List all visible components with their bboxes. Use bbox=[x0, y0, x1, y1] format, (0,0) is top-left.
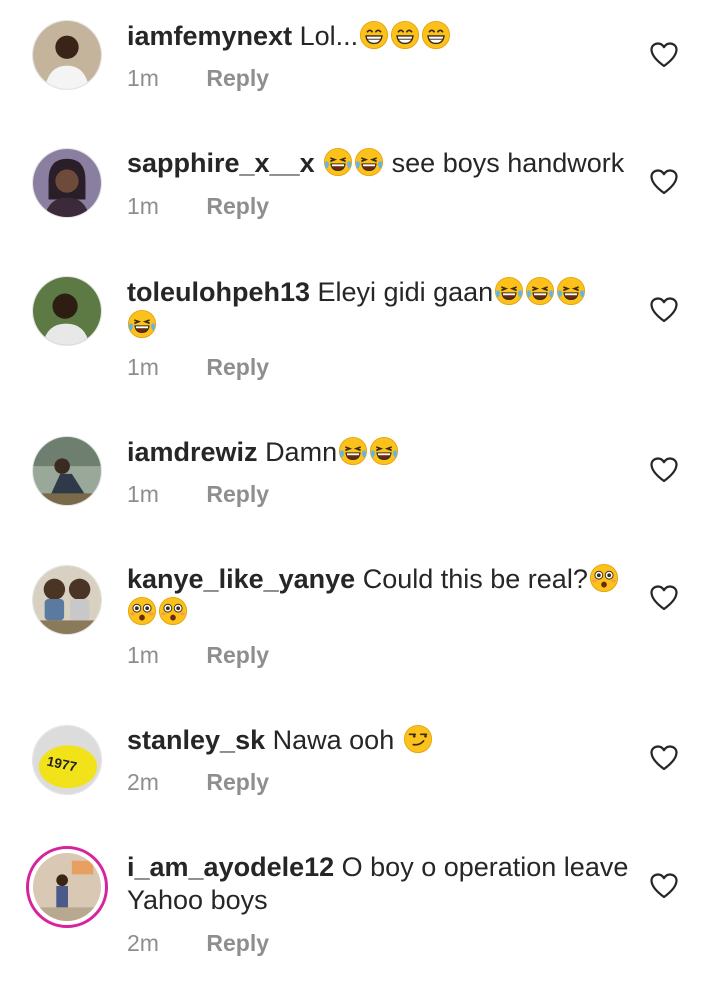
comment-username[interactable]: toleulohpeh13 bbox=[127, 277, 310, 307]
reply-button[interactable]: Reply bbox=[206, 930, 269, 956]
heart-outline-icon[interactable] bbox=[650, 42, 678, 68]
comment-body: kanye_like_yanye Could this be real? bbox=[127, 563, 637, 629]
comments-list: iamfemynext Lol... 1m Reply sapphire_x__… bbox=[0, 0, 720, 991]
comment-time: 2m bbox=[127, 930, 159, 956]
comment-body: toleulohpeh13 Eleyi gidi gaan bbox=[127, 276, 637, 342]
flushed-face-icon bbox=[127, 596, 157, 626]
comment-meta: 1m Reply bbox=[127, 642, 269, 669]
tears-of-joy-icon bbox=[127, 309, 157, 339]
tears-of-joy-icon bbox=[525, 276, 555, 306]
reply-button[interactable]: Reply bbox=[206, 642, 269, 668]
comment-username[interactable]: iamfemynext bbox=[127, 21, 292, 51]
comment-time: 1m bbox=[127, 193, 159, 219]
avatar[interactable] bbox=[32, 565, 102, 635]
tears-of-joy-icon bbox=[494, 276, 524, 306]
avatar[interactable] bbox=[32, 148, 102, 218]
flushed-face-icon bbox=[589, 563, 619, 593]
comment-text: Lol... bbox=[299, 21, 359, 51]
comment-username[interactable]: kanye_like_yanye bbox=[127, 564, 355, 594]
comment-text: Eleyi gidi gaan bbox=[317, 277, 494, 307]
comment-meta: 2m Reply bbox=[127, 769, 269, 796]
comment-meta: 1m Reply bbox=[127, 193, 269, 220]
smirking-face-icon bbox=[403, 724, 433, 754]
tears-of-joy-icon bbox=[354, 147, 384, 177]
avatar[interactable]: 1977 bbox=[32, 725, 102, 795]
comment-time: 1m bbox=[127, 65, 159, 91]
grinning-face-icon bbox=[421, 20, 451, 50]
heart-outline-icon[interactable] bbox=[650, 297, 678, 323]
comment-time: 1m bbox=[127, 481, 159, 507]
reply-button[interactable]: Reply bbox=[206, 193, 269, 219]
flushed-face-icon bbox=[158, 596, 188, 626]
comment-text: Nawa ooh bbox=[272, 725, 395, 755]
tears-of-joy-icon bbox=[338, 436, 368, 466]
avatar-story-ring[interactable] bbox=[26, 846, 108, 928]
comment-body: stanley_sk Nawa ooh bbox=[127, 724, 637, 757]
heart-outline-icon[interactable] bbox=[650, 585, 678, 611]
avatar[interactable] bbox=[32, 436, 102, 506]
avatar[interactable] bbox=[32, 20, 102, 90]
comment-time: 2m bbox=[127, 769, 159, 795]
comment-body: iamdrewiz Damn bbox=[127, 436, 637, 469]
reply-button[interactable]: Reply bbox=[206, 354, 269, 380]
comment-time: 1m bbox=[127, 642, 159, 668]
heart-outline-icon[interactable] bbox=[650, 457, 678, 483]
comment-body: sapphire_x__x see boys handwork bbox=[127, 147, 637, 180]
heart-outline-icon[interactable] bbox=[650, 169, 678, 195]
comment-username[interactable]: stanley_sk bbox=[127, 725, 265, 755]
comment-username[interactable]: iamdrewiz bbox=[127, 437, 258, 467]
comment-text: see boys handwork bbox=[391, 148, 625, 178]
comment-meta: 1m Reply bbox=[127, 354, 269, 381]
reply-button[interactable]: Reply bbox=[206, 769, 269, 795]
tears-of-joy-icon bbox=[369, 436, 399, 466]
reply-button[interactable]: Reply bbox=[206, 481, 269, 507]
comment-username[interactable]: sapphire_x__x bbox=[127, 148, 315, 178]
comment-text: Damn bbox=[265, 437, 338, 467]
comment-meta: 1m Reply bbox=[127, 481, 269, 508]
grinning-face-icon bbox=[359, 20, 389, 50]
comment-body: iamfemynext Lol... bbox=[127, 20, 637, 53]
reply-button[interactable]: Reply bbox=[206, 65, 269, 91]
comment-meta: 2m Reply bbox=[127, 930, 269, 957]
comment-time: 1m bbox=[127, 354, 159, 380]
comment-text: Could this be real? bbox=[362, 564, 588, 594]
avatar[interactable] bbox=[32, 276, 102, 346]
tears-of-joy-icon bbox=[556, 276, 586, 306]
grinning-face-icon bbox=[390, 20, 420, 50]
comment-body: i_am_ayodele12 O boy o operation leave Y… bbox=[127, 851, 637, 917]
comment-meta: 1m Reply bbox=[127, 65, 269, 92]
comment-username[interactable]: i_am_ayodele12 bbox=[127, 852, 334, 882]
tears-of-joy-icon bbox=[323, 147, 353, 177]
heart-outline-icon[interactable] bbox=[650, 873, 678, 899]
heart-outline-icon[interactable] bbox=[650, 745, 678, 771]
